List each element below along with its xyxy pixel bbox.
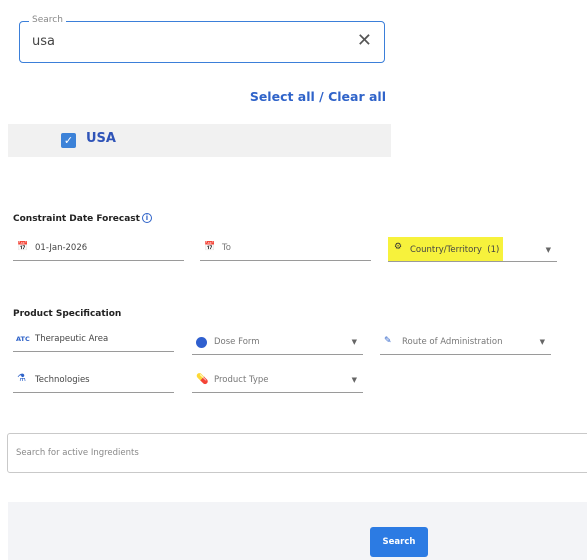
chevron-down-icon[interactable]: ▼ <box>540 338 545 346</box>
info-icon[interactable]: i <box>141 213 152 223</box>
select-all-link[interactable]: Select all <box>250 89 315 104</box>
option-label: USA <box>86 131 116 146</box>
chevron-down-icon[interactable]: ▼ <box>352 376 357 384</box>
globe-icon: ⚙ <box>394 242 403 252</box>
product-type-select[interactable]: 💊 Product Type ▼ <box>192 371 363 393</box>
to-date-placeholder: To <box>222 243 231 253</box>
clear-all-link[interactable]: Clear all <box>328 89 386 104</box>
country-label: Country/Territory (1) <box>410 245 500 255</box>
ingredients-placeholder: Search for active Ingredients <box>16 448 139 458</box>
chevron-down-icon[interactable]: ▼ <box>352 338 357 346</box>
from-date-field[interactable]: 📅 01-Jan-2026 <box>13 239 184 261</box>
constraint-section-title: Constraint Date Forecast i <box>13 213 152 224</box>
therapeutic-area-label: Therapeutic Area <box>35 334 109 344</box>
search-legend: Search <box>29 14 66 26</box>
atc-icon: ATC <box>16 335 30 343</box>
chevron-down-icon[interactable]: ▼ <box>546 246 551 254</box>
constraint-title: Constraint Date Forecast <box>13 214 140 224</box>
route-label: Route of Administration <box>402 337 503 347</box>
dose-form-label: Dose Form <box>214 337 260 347</box>
close-icon[interactable]: ✕ <box>357 30 372 51</box>
ingredients-search-input[interactable]: Search for active Ingredients <box>7 433 587 473</box>
dose-form-select[interactable]: Dose Form ▼ <box>192 333 363 355</box>
to-date-field[interactable]: 📅 To <box>200 239 371 261</box>
select-clear-links: Select all / Clear all <box>250 89 386 104</box>
product-type-label: Product Type <box>214 375 269 385</box>
route-select[interactable]: ✎ Route of Administration ▼ <box>380 333 551 355</box>
calendar-icon: 📅 <box>17 242 29 252</box>
checkbox-checked-icon[interactable]: ✓ <box>61 133 76 148</box>
route-icon: ✎ <box>384 336 392 346</box>
country-territory-select[interactable]: ⚙ Country/Territory (1) ▼ <box>388 237 557 262</box>
option-usa[interactable]: ✓ USA <box>8 124 391 157</box>
technologies-label: Technologies <box>35 375 90 385</box>
technologies-icon: ⚗ <box>17 373 26 384</box>
product-section-title: Product Specification <box>13 309 122 319</box>
separator: / <box>314 89 329 104</box>
search-input[interactable]: usa <box>32 34 55 49</box>
from-date-value: 01-Jan-2026 <box>35 243 88 253</box>
search-button[interactable]: Search <box>370 527 428 557</box>
technologies-field[interactable]: ⚗ Technologies <box>13 371 174 393</box>
footer-bar: Search <box>8 502 587 560</box>
calendar-icon: 📅 <box>204 242 216 252</box>
dose-form-icon <box>196 337 207 348</box>
pill-icon: 💊 <box>196 374 209 385</box>
therapeutic-area-field[interactable]: ATC Therapeutic Area <box>13 330 174 352</box>
search-input-box[interactable]: usa ✕ <box>19 21 385 63</box>
